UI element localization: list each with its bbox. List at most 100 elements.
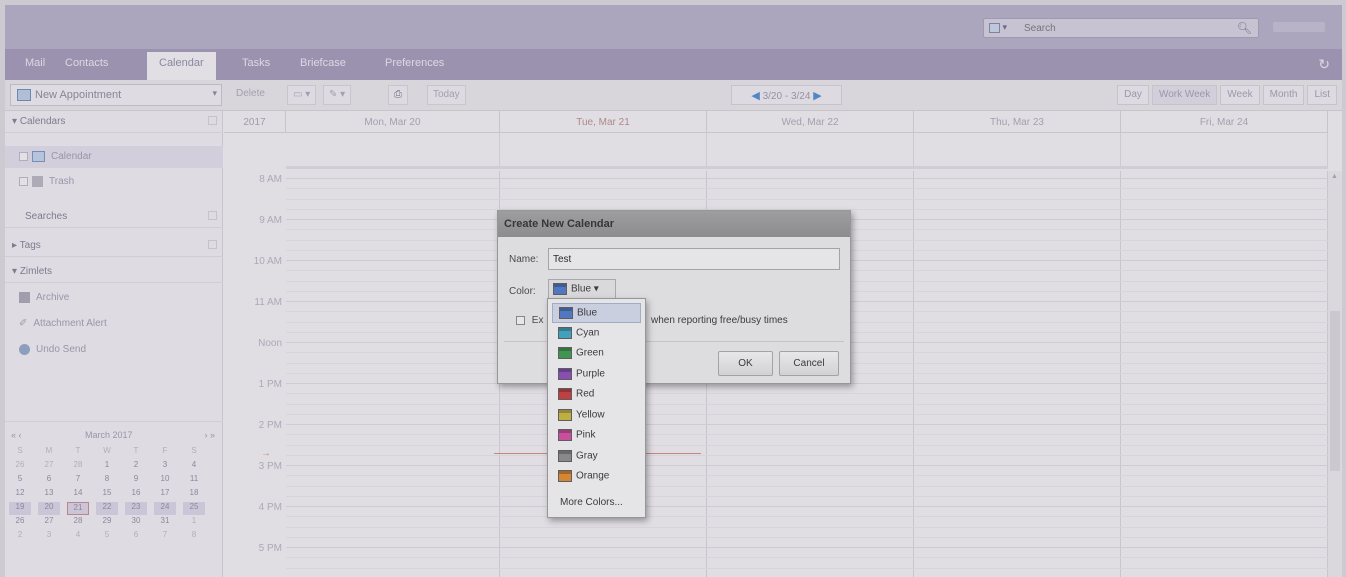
mini-calendar-day[interactable]: 3 — [38, 530, 60, 543]
calendar-name-input[interactable] — [548, 248, 840, 270]
search-input[interactable] — [1024, 20, 1224, 36]
mini-calendar-day[interactable]: 31 — [154, 516, 176, 529]
mini-calendar-day[interactable]: 26 — [9, 460, 31, 473]
expand-icon[interactable]: ▾ — [12, 266, 17, 277]
searches-header[interactable]: Searches — [5, 206, 223, 228]
mini-calendar-day[interactable]: 8 — [183, 530, 205, 543]
mini-calendar-day[interactable]: 18 — [183, 488, 205, 501]
tab-briefcase[interactable]: Briefcase — [300, 57, 346, 69]
user-menu[interactable] — [1273, 22, 1325, 32]
sidebar-item-archive[interactable]: Archive — [5, 287, 223, 309]
color-option-pink[interactable]: Pink — [552, 426, 641, 446]
all-day-cell[interactable] — [286, 133, 500, 169]
sidebar-item-trash[interactable]: Trash — [5, 171, 223, 193]
tab-preferences[interactable]: Preferences — [385, 57, 444, 69]
mini-calendar-day[interactable]: 7 — [154, 530, 176, 543]
color-option-red[interactable]: Red — [552, 385, 641, 405]
exclude-checkbox[interactable] — [516, 315, 525, 325]
calendar-checkbox[interactable] — [19, 152, 28, 161]
color-option-green[interactable]: Green — [552, 344, 641, 364]
today-button[interactable]: Today — [427, 85, 466, 105]
settings-icon[interactable] — [208, 240, 217, 249]
mini-calendar-day[interactable]: 15 — [96, 488, 118, 501]
day-header[interactable]: Fri, Mar 24 — [1121, 111, 1328, 133]
all-day-cell[interactable] — [914, 133, 1121, 169]
mini-calendar-day[interactable]: 12 — [9, 488, 31, 501]
new-appointment-button[interactable]: New Appointment ▾ — [10, 84, 222, 106]
all-day-cell[interactable] — [500, 133, 707, 169]
search-scope-dropdown[interactable]: ▾ — [989, 22, 1019, 35]
mini-calendar-day[interactable]: 23 — [125, 502, 147, 515]
tab-calendar[interactable]: Calendar — [147, 52, 216, 80]
ok-button[interactable]: OK — [718, 351, 773, 376]
day-header[interactable]: Mon, Mar 20 — [286, 111, 500, 133]
color-option-orange[interactable]: Orange — [552, 467, 641, 487]
view-week-button[interactable]: Week — [1220, 85, 1260, 105]
calendar-scrollbar[interactable]: ▲ — [1328, 171, 1342, 577]
sidebar-item-attachment-alert[interactable]: ✐ Attachment Alert — [5, 313, 223, 335]
color-option-cyan[interactable]: Cyan — [552, 324, 641, 344]
mini-calendar-day[interactable]: 8 — [96, 474, 118, 487]
mini-calendar-day[interactable]: 28 — [67, 516, 89, 529]
color-option-yellow[interactable]: Yellow — [552, 406, 641, 426]
mini-calendar-day[interactable]: 11 — [183, 474, 205, 487]
actions-icon[interactable]: ✎ ▾ — [323, 85, 352, 105]
arrow-left-icon[interactable]: ◀ — [751, 90, 759, 102]
cancel-button[interactable]: Cancel — [779, 351, 839, 376]
refresh-icon[interactable]: ↻ — [1318, 56, 1330, 73]
chevron-down-icon[interactable]: ▾ — [212, 88, 217, 99]
day-header[interactable]: Thu, Mar 23 — [914, 111, 1121, 133]
mini-calendar-day[interactable]: 16 — [125, 488, 147, 501]
prev-month-icon[interactable]: « ‹ — [11, 430, 22, 440]
color-option-gray[interactable]: Gray — [552, 447, 641, 467]
mini-calendar-day[interactable]: 17 — [154, 488, 176, 501]
day-header[interactable]: Wed, Mar 22 — [707, 111, 914, 133]
settings-icon[interactable] — [208, 116, 217, 125]
mini-calendar-day[interactable]: 9 — [125, 474, 147, 487]
mini-calendar-day[interactable]: 28 — [67, 460, 89, 473]
sidebar-item-undo-send[interactable]: Undo Send — [5, 339, 223, 361]
dialog-title[interactable]: Create New Calendar — [498, 211, 850, 237]
mini-calendar-day[interactable]: 2 — [9, 530, 31, 543]
print-icon[interactable]: ⎙ — [388, 85, 408, 105]
next-month-icon[interactable]: › » — [204, 430, 215, 440]
expand-icon[interactable]: ▾ — [12, 116, 17, 127]
all-day-cell[interactable] — [707, 133, 914, 169]
mini-calendar-day[interactable]: 4 — [67, 530, 89, 543]
scroll-up-icon[interactable]: ▲ — [1331, 173, 1338, 180]
mini-calendar-day[interactable]: 21 — [67, 502, 89, 515]
calendars-header[interactable]: ▾ Calendars — [5, 111, 223, 133]
expand-icon[interactable]: ▸ — [12, 240, 17, 251]
mini-calendar-day[interactable]: 6 — [38, 474, 60, 487]
mini-calendar-day[interactable]: 5 — [9, 474, 31, 487]
all-day-cell[interactable] — [1121, 133, 1328, 169]
mini-calendar-day[interactable]: 22 — [96, 502, 118, 515]
settings-icon[interactable] — [208, 211, 217, 220]
view-day-button[interactable]: Day — [1117, 85, 1149, 105]
mini-calendar-day[interactable]: 1 — [96, 460, 118, 473]
mini-calendar-day[interactable]: 14 — [67, 488, 89, 501]
mini-calendar-day[interactable]: 7 — [67, 474, 89, 487]
sidebar-item-calendar[interactable]: Calendar — [5, 146, 223, 168]
mini-calendar-day[interactable]: 25 — [183, 502, 205, 515]
mini-calendar-day[interactable]: 6 — [125, 530, 147, 543]
mini-calendar-day[interactable]: 3 — [154, 460, 176, 473]
view-month-button[interactable]: Month — [1262, 85, 1305, 105]
zimlets-header[interactable]: ▾ Zimlets — [5, 261, 223, 283]
trash-checkbox[interactable] — [19, 177, 28, 186]
arrow-right-icon[interactable]: ▶ — [813, 90, 821, 102]
delete-button[interactable]: Delete — [236, 88, 265, 99]
mini-calendar-day[interactable]: 2 — [125, 460, 147, 473]
color-option-blue[interactable]: Blue — [552, 303, 641, 323]
tags-header[interactable]: ▸ Tags — [5, 235, 223, 257]
mini-calendar-day[interactable]: 5 — [96, 530, 118, 543]
exclude-freebusy-option[interactable]: Ex — [516, 315, 543, 326]
view-list-button[interactable]: List — [1307, 85, 1337, 105]
mini-calendar-day[interactable]: 10 — [154, 474, 176, 487]
view-workweek-button[interactable]: Work Week — [1151, 85, 1218, 105]
tab-contacts[interactable]: Contacts — [65, 57, 108, 69]
tag-icon[interactable]: ▭ ▾ — [287, 85, 317, 105]
mini-calendar-day[interactable]: 27 — [38, 460, 60, 473]
color-option-purple[interactable]: Purple — [552, 365, 641, 385]
mini-calendar-day[interactable]: 29 — [96, 516, 118, 529]
